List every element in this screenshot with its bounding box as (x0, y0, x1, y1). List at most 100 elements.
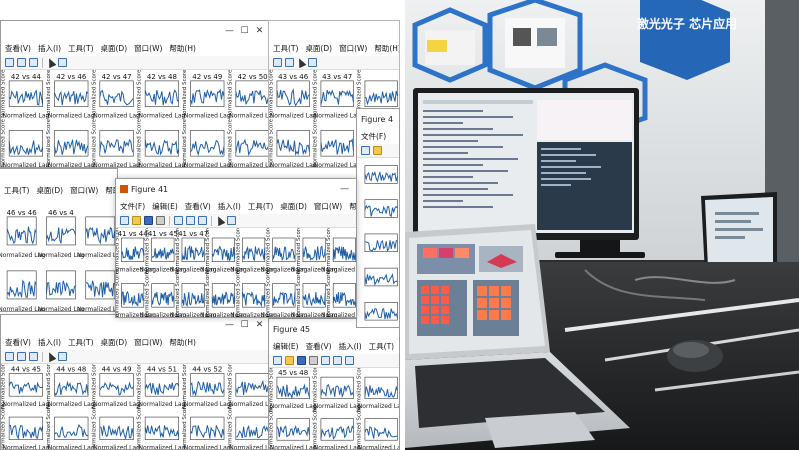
figure-window-44[interactable]: — ☐ ✕ 查看(V) 插入(I) 工具(T) 桌面(D) 窗口(W) 帮助(H… (0, 20, 272, 168)
new-figure-icon[interactable] (273, 356, 282, 365)
menu-tools[interactable]: 工具(T) (68, 43, 93, 54)
insert-legend-icon[interactable] (29, 352, 38, 361)
menu-window[interactable]: 窗口(W) (314, 201, 342, 212)
save-icon[interactable] (297, 356, 306, 365)
plot-tools-icon[interactable] (227, 216, 236, 225)
menu-help[interactable]: 帮助(H) (349, 201, 356, 212)
pointer-arrow-icon[interactable] (45, 350, 57, 363)
menu-window[interactable]: 窗口(W) (134, 337, 162, 348)
menu-help[interactable]: 帮助(H) (169, 43, 196, 54)
menu-desktop[interactable]: 桌面(D) (36, 185, 63, 196)
subplot-title: 44 vs 45 (11, 366, 41, 374)
open-folder-icon[interactable] (132, 216, 141, 225)
menu-desktop[interactable]: 桌面(D) (305, 43, 332, 54)
open-folder-icon[interactable] (285, 356, 294, 365)
insert-legend-icon[interactable] (345, 356, 354, 365)
menu-insert[interactable]: 插入(I) (218, 201, 241, 212)
minimize-icon[interactable]: — (337, 184, 352, 194)
subplot-axes: 42 vs 48 Normalized ScoreNormalized Lag (137, 70, 186, 120)
pointer-arrow-icon[interactable] (45, 56, 57, 69)
figure-window-44-lower[interactable]: — ☐ ✕ 查看(V) 插入(I) 工具(T) 桌面(D) 窗口(W) 帮助(H… (0, 314, 272, 450)
menu-view[interactable]: 查看(V) (306, 341, 332, 352)
figure-titlebar[interactable]: Figure 4 (357, 109, 399, 129)
pointer-arrow-icon[interactable] (295, 56, 307, 69)
figure-titlebar[interactable]: — ☐ ✕ (1, 315, 271, 335)
menu-view[interactable]: 查看(V) (185, 201, 211, 212)
menu-tools[interactable]: 工具(T) (369, 341, 394, 352)
print-icon[interactable] (309, 356, 318, 365)
x-axis-label: Normalized Lag (270, 444, 317, 449)
minimize-icon[interactable]: — (222, 320, 237, 330)
new-figure-icon[interactable] (120, 216, 129, 225)
menu-window[interactable]: 窗口(W) (339, 43, 367, 54)
wall-sign-text: 激光光子 芯片应用 (637, 16, 737, 31)
insert-colorbar-icon[interactable] (17, 352, 26, 361)
figure-titlebar[interactable]: Figure 41 — (116, 179, 356, 199)
figure-titlebar[interactable] (269, 21, 399, 41)
menu-edit[interactable]: 编辑(E) (273, 341, 299, 352)
insert-colorbar-icon[interactable] (333, 356, 342, 365)
minimize-icon[interactable]: — (222, 26, 237, 36)
menu-insert[interactable]: 插入(I) (38, 43, 61, 54)
menu-view[interactable]: 查看(V) (5, 337, 31, 348)
subplot-axes: Normalized ScoreNormalized Lag (227, 404, 271, 449)
menu-window[interactable]: 窗口(W) (134, 43, 162, 54)
menu-file[interactable]: 文件(F) (120, 201, 145, 212)
y-axis-label: Normalized Score (296, 271, 302, 317)
save-icon[interactable] (144, 216, 153, 225)
menu-window[interactable]: 窗口(W) (70, 185, 98, 196)
subplot-axes: Normalized ScoreNormalized Lag (321, 271, 356, 317)
x-axis-label: Normalized Lag (48, 444, 95, 449)
menu-desktop[interactable]: 桌面(D) (101, 337, 128, 348)
maximize-icon[interactable]: ☐ (237, 320, 252, 330)
menu-help[interactable]: 帮助(H) (374, 43, 399, 54)
figure-titlebar[interactable]: — ☐ ✕ (1, 21, 271, 41)
menu-edit[interactable]: 编辑(E) (152, 201, 178, 212)
menu-view[interactable]: 查看(V) (5, 43, 31, 54)
menu-insert[interactable]: 插入(I) (339, 341, 362, 352)
menu-file[interactable]: 文件(F) (361, 131, 386, 142)
menu-insert[interactable]: 插入(I) (38, 337, 61, 348)
plot-tools-icon[interactable] (308, 58, 317, 67)
close-icon[interactable]: ✕ (252, 320, 267, 330)
link-plot-icon[interactable] (321, 356, 330, 365)
y-axis-label: Normalized Score (227, 70, 233, 118)
figure-menubar: 工具(T) 桌面(D) 窗口(W) 帮助(H) (0, 183, 117, 198)
menu-tools[interactable]: 工具(T) (273, 43, 298, 54)
insert-colorbar-icon[interactable] (17, 58, 26, 67)
x-axis-label: Normalized Lag (314, 444, 361, 449)
link-plot-icon[interactable] (174, 216, 183, 225)
new-figure-icon[interactable] (361, 146, 370, 155)
menu-tools[interactable]: 工具(T) (68, 337, 93, 348)
figure-window-4[interactable]: Figure 4 文件(F) (356, 108, 400, 328)
y-axis-label: Normalized Score (182, 118, 188, 167)
link-plot-icon[interactable] (5, 352, 14, 361)
menu-tools[interactable]: 工具(T) (248, 201, 273, 212)
figure-window-45[interactable]: Figure 45 编辑(E) 查看(V) 插入(I) 工具(T) 45 vs … (268, 318, 400, 450)
menu-desktop[interactable]: 桌面(D) (280, 201, 307, 212)
insert-legend-icon[interactable] (29, 58, 38, 67)
figure-window-46[interactable]: 工具(T) 桌面(D) 窗口(W) 帮助(H) 46 vs 46 Normaliz… (0, 168, 118, 312)
insert-colorbar-icon[interactable] (273, 58, 282, 67)
x-axis-label: Normalized Lag (93, 444, 140, 449)
maximize-icon[interactable]: ☐ (237, 26, 252, 36)
figure-window-41[interactable]: Figure 41 — 文件(F) 编辑(E) 查看(V) 插入(I) 工具(T… (115, 178, 357, 318)
menu-tools[interactable]: 工具(T) (4, 185, 29, 196)
menu-desktop[interactable]: 桌面(D) (101, 43, 128, 54)
plot-tools-icon[interactable] (58, 352, 67, 361)
open-folder-icon[interactable] (373, 146, 382, 155)
x-axis-label: Normalized Lag (93, 162, 140, 167)
insert-colorbar-icon[interactable] (186, 216, 195, 225)
insert-legend-icon[interactable] (198, 216, 207, 225)
close-icon[interactable]: ✕ (252, 26, 267, 36)
menu-help[interactable]: 帮助(H) (169, 337, 196, 348)
figure-toolbar (357, 144, 399, 158)
insert-legend-icon[interactable] (285, 58, 294, 67)
plot-tools-icon[interactable] (58, 58, 67, 67)
print-icon[interactable] (156, 216, 165, 225)
pointer-arrow-icon[interactable] (214, 214, 226, 227)
link-plot-icon[interactable] (5, 58, 14, 67)
subplot-title: 42 vs 47 (102, 73, 132, 81)
subplot-title: 42 vs 49 (192, 73, 222, 81)
x-axis-label: Normalized Lag (314, 113, 361, 120)
